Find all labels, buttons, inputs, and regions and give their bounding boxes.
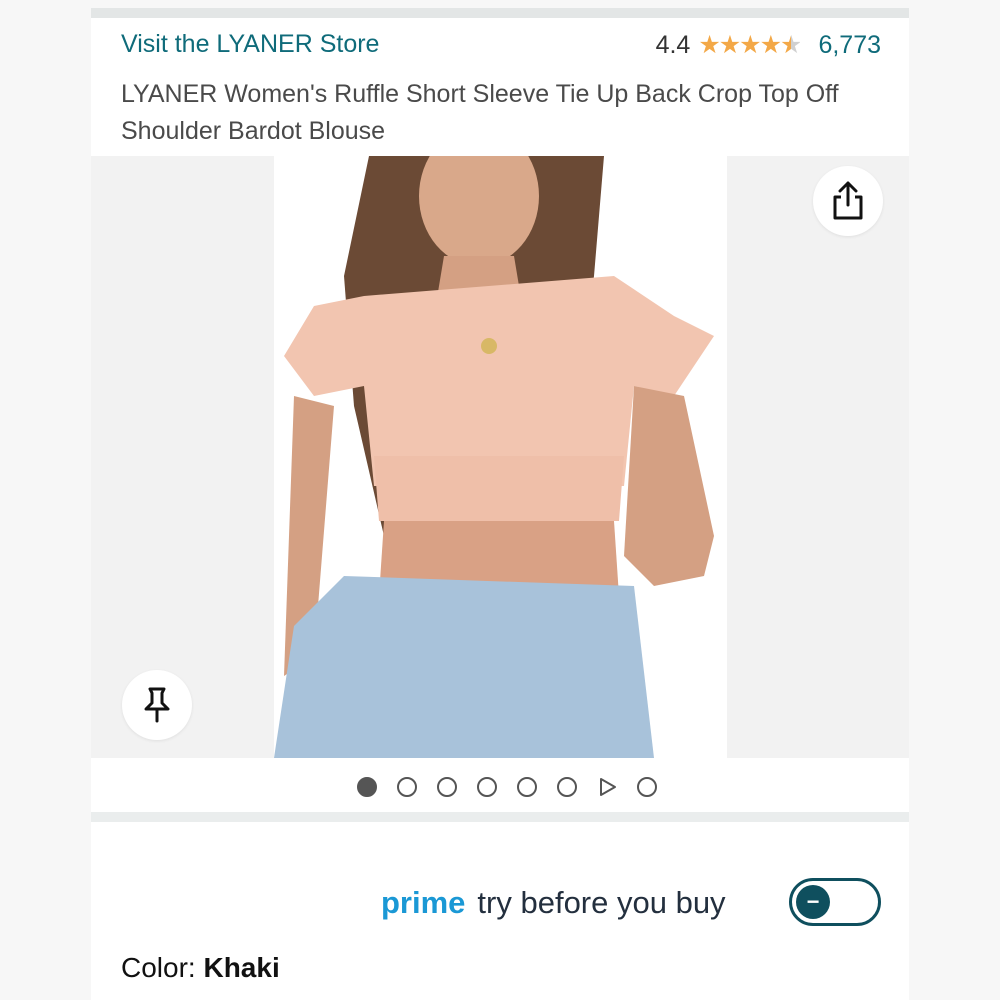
product-title: LYANER Women's Ruffle Short Sleeve Tie U…	[121, 80, 839, 145]
rating-count[interactable]: 6,773	[818, 31, 881, 60]
prime-label: try before you buy	[477, 885, 726, 920]
pin-button[interactable]	[122, 670, 192, 740]
half-star-icon: ★	[780, 31, 802, 59]
share-button[interactable]	[813, 166, 883, 236]
star-icon: ★	[718, 31, 741, 59]
gallery-dot[interactable]	[397, 777, 417, 797]
star-icon: ★	[698, 31, 720, 59]
star-rating-icon: ★ ★ ★ ★ ★	[698, 30, 802, 60]
top-border	[91, 8, 909, 18]
rating[interactable]: 4.4 ★ ★ ★ ★ ★ 6,773	[656, 30, 881, 60]
color-selection: Color: Khaki	[121, 952, 280, 984]
product-image[interactable]	[274, 156, 727, 758]
product-page: Visit the LYANER Store 4.4 ★ ★ ★ ★ ★ 6,7…	[91, 8, 909, 1000]
prime-logo: prime	[381, 885, 466, 920]
section-divider	[91, 812, 909, 822]
toggle-off-icon: −	[796, 885, 830, 919]
gallery-dot[interactable]	[357, 777, 377, 797]
gallery-dot[interactable]	[557, 777, 577, 797]
gallery-dot[interactable]	[437, 777, 457, 797]
star-icon: ★	[739, 31, 761, 59]
star-icon: ★	[759, 31, 782, 59]
gallery-pagination	[91, 772, 909, 802]
store-rating-row: Visit the LYANER Store 4.4 ★ ★ ★ ★ ★ 6,7…	[121, 30, 881, 66]
product-photo	[274, 156, 727, 758]
gallery-dot[interactable]	[517, 777, 537, 797]
video-play-icon[interactable]	[597, 777, 617, 797]
product-gallery[interactable]	[91, 156, 909, 758]
color-label: Color:	[121, 952, 204, 983]
prime-toggle[interactable]: −	[789, 878, 881, 926]
color-value: Khaki	[203, 952, 280, 983]
prime-try-before-you-buy: prime try before you buy −	[381, 878, 881, 928]
rating-value: 4.4	[655, 30, 691, 59]
gallery-dot[interactable]	[477, 777, 497, 797]
pin-icon	[144, 687, 170, 723]
store-link[interactable]: Visit the LYANER Store	[121, 30, 379, 59]
share-icon	[833, 181, 863, 220]
gallery-dot[interactable]	[637, 777, 657, 797]
